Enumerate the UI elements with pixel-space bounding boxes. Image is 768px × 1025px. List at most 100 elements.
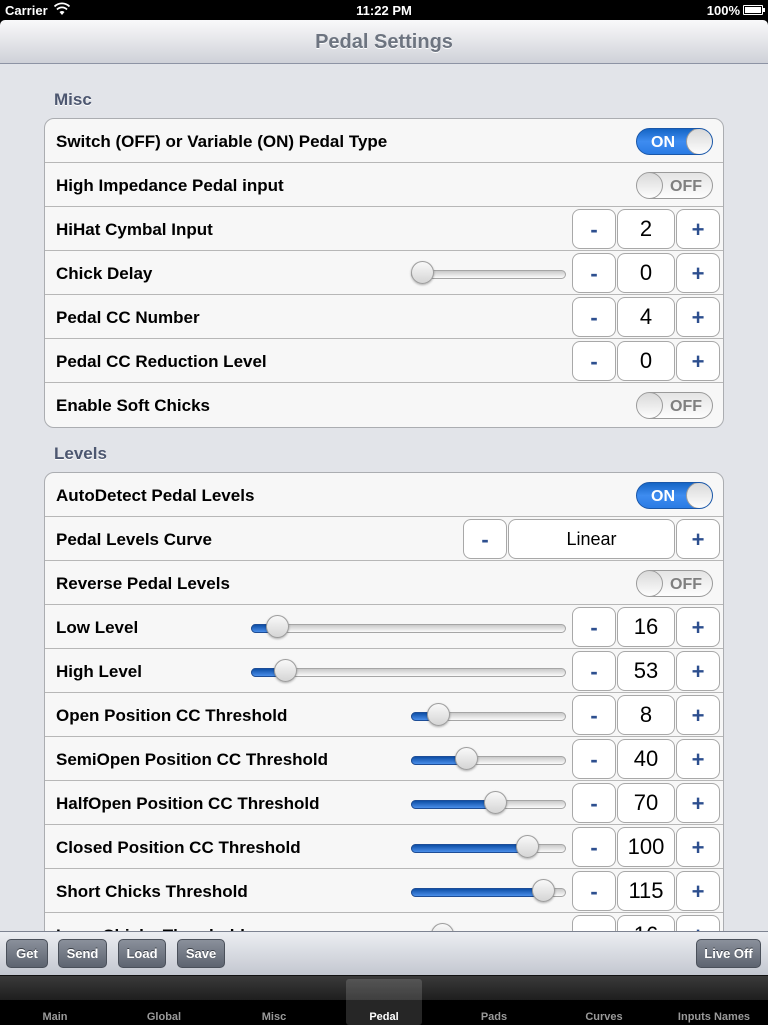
- decrement-button[interactable]: -: [572, 695, 616, 735]
- value-stepper: -0 +: [571, 253, 720, 293]
- decrement-button[interactable]: -: [572, 783, 616, 823]
- decrement-button[interactable]: -: [463, 519, 507, 559]
- value-slider[interactable]: [411, 703, 566, 726]
- tab-pads[interactable]: Pads: [456, 979, 532, 1025]
- value-slider[interactable]: [251, 615, 566, 638]
- decrement-button[interactable]: -: [572, 297, 616, 337]
- setting-label: High Level: [56, 662, 142, 681]
- tab-label: Pads: [480, 1011, 508, 1023]
- value-stepper: -100 +: [571, 827, 720, 867]
- tab-pedal[interactable]: Pedal: [346, 979, 422, 1025]
- value-slider[interactable]: [411, 835, 566, 858]
- decrement-button[interactable]: -: [572, 253, 616, 293]
- increment-button[interactable]: +: [676, 827, 720, 867]
- stepper-value: 100: [617, 827, 675, 867]
- slider-fill: [411, 800, 496, 809]
- load-button[interactable]: Load: [118, 939, 166, 968]
- value-stepper: -0 +: [571, 341, 720, 381]
- increment-button[interactable]: +: [676, 739, 720, 779]
- toggle-switch[interactable]: ON: [636, 128, 713, 155]
- decrement-button[interactable]: -: [572, 341, 616, 381]
- value-slider[interactable]: [411, 261, 566, 284]
- value-stepper: -40 +: [571, 739, 720, 779]
- toggle-switch[interactable]: OFF: [636, 392, 713, 419]
- toggle-knob: [686, 129, 712, 154]
- decrement-button[interactable]: -: [572, 871, 616, 911]
- value-stepper: -70 +: [571, 783, 720, 823]
- tab-inputs-names[interactable]: Inputs Names: [676, 979, 752, 1025]
- tab-global[interactable]: Global: [126, 979, 202, 1025]
- status-bar: Carrier 11:22 PM 100%: [0, 0, 768, 20]
- stepper-value: 53: [617, 651, 675, 691]
- tab-curves[interactable]: Curves: [566, 979, 642, 1025]
- slider-thumb[interactable]: [265, 615, 289, 638]
- value-slider[interactable]: [411, 879, 566, 902]
- slider-thumb[interactable]: [426, 703, 450, 726]
- tab-label: Inputs Names: [677, 1011, 751, 1023]
- page-title: Pedal Settings: [315, 31, 453, 53]
- increment-button[interactable]: +: [676, 915, 720, 931]
- tab-label: Global: [146, 1011, 182, 1023]
- toggle-state-text: ON: [651, 488, 675, 505]
- section-header-misc: Misc: [54, 90, 92, 109]
- stepper-value: 16: [617, 915, 675, 931]
- increment-button[interactable]: +: [676, 607, 720, 647]
- bottom-toolbar: Get Send Load Save Live Off: [0, 931, 768, 975]
- slider-thumb[interactable]: [516, 835, 540, 858]
- value-stepper: -16+: [571, 915, 720, 931]
- tab-misc[interactable]: Misc: [236, 979, 312, 1025]
- slider-thumb[interactable]: [532, 879, 556, 902]
- toggle-switch[interactable]: ON: [636, 482, 713, 509]
- setting-row-long-chicks-threshold: Long Chicks Threshold-16+: [45, 913, 723, 931]
- setting-label: AutoDetect Pedal Levels: [56, 486, 255, 505]
- decrement-button[interactable]: -: [572, 651, 616, 691]
- settings-scroll-view[interactable]: Misc Switch (OFF) or Variable (ON) Pedal…: [0, 64, 768, 931]
- decrement-button[interactable]: -: [572, 915, 616, 931]
- value-slider[interactable]: [251, 659, 566, 682]
- slider-thumb[interactable]: [274, 659, 298, 682]
- decrement-button[interactable]: -: [572, 607, 616, 647]
- tab-label: Pedal: [369, 1011, 399, 1023]
- value-slider[interactable]: [411, 747, 566, 770]
- toggle-knob: [637, 571, 663, 596]
- setting-label: Short Chicks Threshold: [56, 882, 248, 901]
- toggle-state-text: OFF: [670, 178, 702, 195]
- increment-button[interactable]: +: [676, 253, 720, 293]
- decrement-button[interactable]: -: [572, 209, 616, 249]
- increment-button[interactable]: +: [676, 209, 720, 249]
- slider-thumb[interactable]: [411, 261, 434, 284]
- slider-fill: [411, 844, 528, 853]
- tab-main[interactable]: Main: [17, 979, 93, 1025]
- setting-row-closed-position-cc-threshold: Closed Position CC Threshold -100 +: [45, 825, 723, 869]
- slider-thumb[interactable]: [454, 747, 478, 770]
- increment-button[interactable]: +: [676, 519, 720, 559]
- setting-label: Reverse Pedal Levels: [56, 574, 230, 593]
- live-toggle-button[interactable]: Live Off: [696, 939, 761, 968]
- decrement-button[interactable]: -: [572, 827, 616, 867]
- setting-label: Chick Delay: [56, 264, 153, 283]
- send-button[interactable]: Send: [58, 939, 107, 968]
- setting-label: Low Level: [56, 618, 139, 637]
- increment-button[interactable]: +: [676, 297, 720, 337]
- navigation-bar: Pedal Settings: [0, 20, 768, 64]
- setting-label: HalfOpen Position CC Threshold: [56, 794, 320, 813]
- section-header-levels: Levels: [54, 444, 107, 463]
- get-button[interactable]: Get: [6, 939, 48, 968]
- slider-thumb[interactable]: [484, 791, 508, 814]
- toggle-switch[interactable]: OFF: [636, 570, 713, 597]
- increment-button[interactable]: +: [676, 651, 720, 691]
- tab-label: Curves: [585, 1011, 623, 1023]
- toggle-switch[interactable]: OFF: [636, 172, 713, 199]
- setting-label: Pedal CC Number: [56, 308, 200, 327]
- tab-label: Main: [42, 1011, 68, 1023]
- value-slider[interactable]: [411, 791, 566, 814]
- decrement-button[interactable]: -: [572, 739, 616, 779]
- setting-row-reverse-pedal-levels: Reverse Pedal Levels OFF: [45, 561, 723, 605]
- increment-button[interactable]: +: [676, 871, 720, 911]
- slider-thumb[interactable]: [430, 923, 454, 931]
- setting-row-switch-off-or-variable-on-pedal-type: Switch (OFF) or Variable (ON) Pedal Type…: [45, 119, 723, 163]
- increment-button[interactable]: +: [676, 341, 720, 381]
- increment-button[interactable]: +: [676, 783, 720, 823]
- increment-button[interactable]: +: [676, 695, 720, 735]
- save-button[interactable]: Save: [177, 939, 225, 968]
